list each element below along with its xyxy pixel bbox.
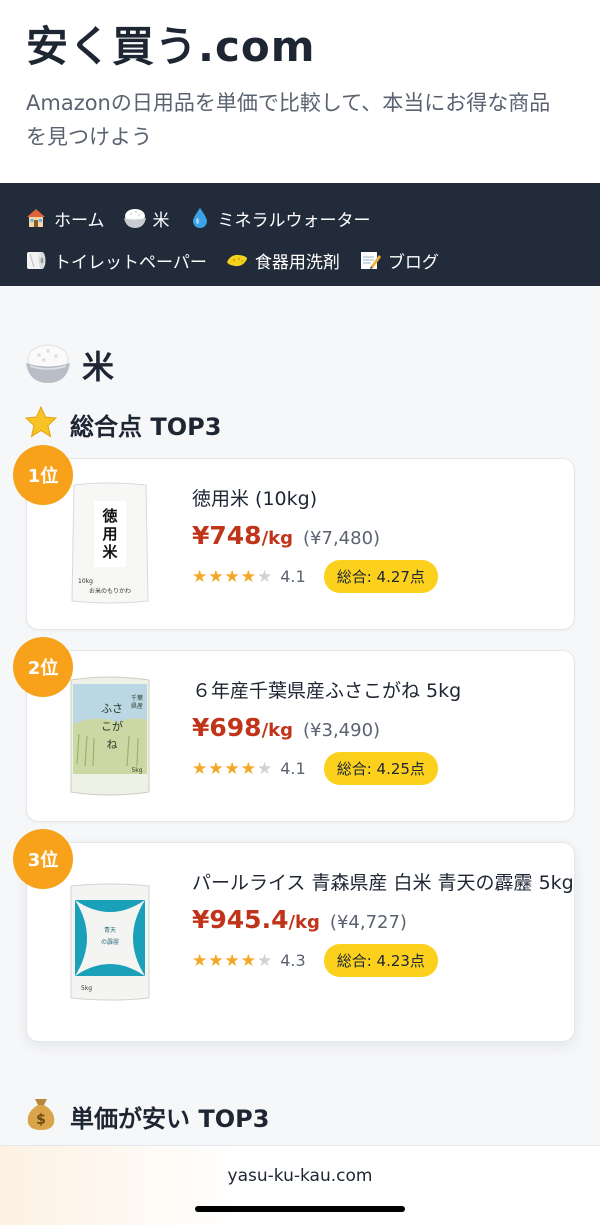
star-empty-icon: ★ — [257, 566, 273, 587]
star-filled-icon: ★ — [192, 758, 208, 779]
total-price: (¥7,480) — [303, 528, 381, 549]
nav-item-label: ミネラルウォーター — [217, 210, 371, 231]
svg-text:5kg: 5kg — [81, 985, 92, 992]
main-nav: ホーム 米 ミネラルウォーター トイレットペーパー 食器用洗剤 ブログ — [0, 183, 600, 286]
site-title[interactable]: 安く買う.com — [26, 20, 574, 74]
nav-item-toilet-paper[interactable]: トイレットペーパー — [24, 248, 207, 273]
star-filled-icon: ★ — [208, 950, 224, 971]
star-filled-icon: ★ — [224, 758, 240, 779]
star-icon — [24, 405, 58, 443]
nav-item-detergent[interactable]: 食器用洗剤 — [225, 248, 340, 273]
svg-text:ね: ね — [106, 738, 117, 751]
sponge-icon — [225, 248, 249, 272]
svg-text:青天: 青天 — [103, 926, 115, 934]
star-filled-icon: ★ — [192, 566, 208, 587]
product-name[interactable]: 徳用米 (10kg) — [192, 483, 574, 515]
svg-text:米: 米 — [102, 543, 118, 561]
nav-item-water[interactable]: ミネラルウォーター — [188, 206, 371, 231]
nav-item-label: ホーム — [54, 210, 105, 231]
svg-text:10kg: 10kg — [78, 578, 93, 585]
nav-item-blog[interactable]: ブログ — [358, 248, 439, 273]
site-header: 安く買う.com Amazonの日用品を単価で比較して、本当にお得な商品を見つけ… — [0, 0, 600, 183]
nav-item-label: 食器用洗剤 — [254, 252, 340, 273]
url-text[interactable]: yasu-ku-kau.com — [0, 1166, 600, 1186]
svg-text:こが: こが — [101, 719, 123, 733]
svg-text:$: $ — [36, 1112, 46, 1128]
house-icon — [24, 206, 48, 230]
water-drop-icon — [188, 206, 212, 230]
main-content: 米 総合点 TOP3 1位 徳 用 米 10kg お米のもりかわ 徳用米 (10… — [0, 342, 600, 1138]
product-name[interactable]: ６年産千葉県産ふさこがね 5kg — [192, 675, 574, 707]
svg-text:用: 用 — [102, 525, 117, 543]
svg-text:5kg: 5kg — [131, 767, 142, 774]
score-badge: 総合: 4.25点 — [323, 752, 438, 785]
star-filled-icon: ★ — [240, 566, 256, 587]
site-description: Amazonの日用品を単価で比較して、本当にお得な商品を見つけよう — [26, 91, 551, 149]
svg-text:徳: 徳 — [101, 507, 117, 525]
nav-item-label: トイレットペーパー — [54, 252, 207, 273]
product-card[interactable]: 3位 青天 の霹靂 5kg パールライス 青森県産 白米 青天の霹靂 5kg ¥… — [13, 829, 575, 1042]
rank-badge: 1位 — [13, 445, 73, 505]
svg-text:お米のもりかわ: お米のもりかわ — [88, 587, 130, 595]
svg-text:千葉: 千葉 — [130, 694, 142, 702]
score-badge: 総合: 4.23点 — [323, 944, 438, 977]
star-filled-icon: ★ — [208, 758, 224, 779]
browser-address-bar[interactable]: yasu-ku-kau.com — [0, 1145, 600, 1225]
rating-value: 4.1 — [280, 567, 306, 586]
score-badge: 総合: 4.27点 — [323, 560, 438, 593]
star-filled-icon: ★ — [192, 950, 208, 971]
star-rating: ★ ★ ★ ★ ★ — [192, 567, 273, 587]
star-rating: ★ ★ ★ ★ ★ — [192, 759, 273, 779]
section-heading-cheapest: $ 単価が安い TOP3 — [24, 1094, 576, 1138]
page-title: 米 — [82, 348, 115, 386]
star-empty-icon: ★ — [257, 758, 273, 779]
rice-bowl-icon — [24, 341, 72, 389]
svg-text:ふさ: ふさ — [101, 702, 123, 715]
star-rating: ★ ★ ★ ★ ★ — [192, 951, 273, 971]
toilet-paper-icon — [24, 248, 48, 272]
nav-item-home[interactable]: ホーム — [24, 206, 105, 231]
unit-suffix: /kg — [261, 720, 294, 741]
unit-suffix: /kg — [288, 912, 320, 933]
money-bag-icon: $ — [24, 1096, 58, 1136]
star-filled-icon: ★ — [240, 950, 256, 971]
product-card[interactable]: 2位 ふさ こが ね 千葉 県産 5kg ６年産千葉県産ふさこがね 5kg ¥6… — [13, 637, 575, 822]
rating-value: 4.3 — [280, 951, 306, 970]
home-indicator[interactable] — [195, 1206, 405, 1212]
rating-value: 4.1 — [280, 759, 306, 778]
rank-badge: 3位 — [13, 829, 73, 889]
total-price: (¥3,490) — [303, 720, 381, 741]
product-name[interactable]: パールライス 青森県産 白米 青天の霹靂 5kg — [192, 867, 574, 899]
section-title: 単価が安い TOP3 — [70, 1104, 270, 1133]
nav-item-label: ブログ — [387, 252, 439, 273]
memo-icon — [358, 248, 382, 272]
star-filled-icon: ★ — [224, 950, 240, 971]
svg-text:県産: 県産 — [130, 702, 142, 710]
rice-bowl-icon — [123, 206, 147, 230]
section-title: 総合点 TOP3 — [70, 412, 222, 441]
rank-badge: 2位 — [13, 637, 73, 697]
star-filled-icon: ★ — [240, 758, 256, 779]
star-filled-icon: ★ — [224, 566, 240, 587]
page-heading: 米 — [24, 342, 576, 388]
section-heading-overall: 総合点 TOP3 — [24, 402, 576, 446]
nav-item-rice[interactable]: 米 — [123, 206, 170, 231]
product-card[interactable]: 1位 徳 用 米 10kg お米のもりかわ 徳用米 (10kg) ¥748 /k… — [13, 445, 575, 630]
unit-suffix: /kg — [261, 528, 294, 549]
total-price: (¥4,727) — [329, 912, 407, 933]
nav-item-label: 米 — [152, 210, 170, 231]
unit-price: ¥945.4 — [192, 905, 289, 934]
star-empty-icon: ★ — [257, 950, 273, 971]
unit-price: ¥698 — [192, 713, 262, 742]
star-filled-icon: ★ — [208, 566, 224, 587]
unit-price: ¥748 — [192, 521, 262, 550]
svg-text:の霹靂: の霹靂 — [100, 939, 118, 946]
